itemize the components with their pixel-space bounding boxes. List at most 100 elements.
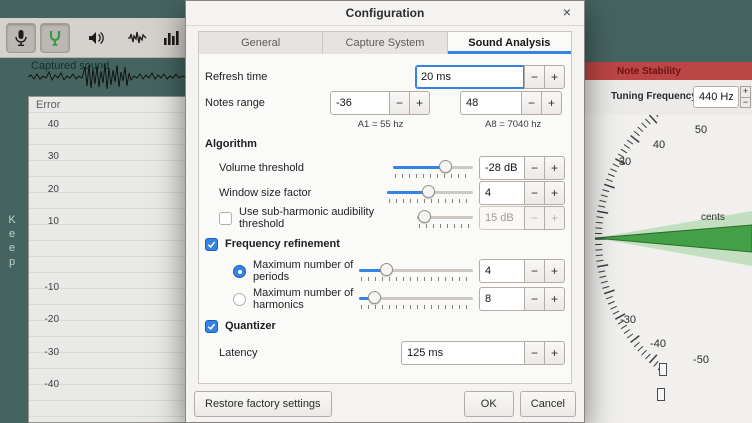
error-plot-title: Error — [36, 99, 60, 111]
gauge-scale-label: 40 — [647, 139, 671, 151]
waveform-icon — [127, 28, 147, 48]
frequency-refinement-checkbox[interactable] — [205, 238, 218, 251]
subharmonic-slider[interactable] — [417, 209, 473, 227]
microphone-button[interactable] — [6, 23, 36, 53]
frequency-refinement-label: Frequency refinement — [225, 238, 340, 250]
tuning-frequency-down-button[interactable]: − — [740, 97, 751, 109]
max-periods-input[interactable] — [479, 259, 525, 283]
volume-threshold-plus-button[interactable]: + — [544, 156, 565, 180]
notes-range-min-plus-button[interactable]: + — [409, 91, 430, 115]
subharmonic-row: Use sub-harmonic audibility threshold − … — [205, 205, 565, 231]
window-size-factor-input[interactable] — [479, 181, 525, 205]
speaker-icon — [86, 28, 106, 48]
slider-thumb[interactable] — [439, 160, 452, 173]
max-harmonics-input[interactable] — [479, 287, 525, 311]
latency-input[interactable] — [401, 341, 525, 365]
close-icon[interactable]: × — [559, 4, 575, 20]
slider-thumb[interactable] — [422, 185, 435, 198]
latency-plus-button[interactable]: + — [544, 341, 565, 365]
quantizer-checkbox[interactable] — [205, 320, 218, 333]
algorithm-header: Algorithm — [205, 138, 257, 150]
error-axis-label: 20 — [33, 184, 59, 195]
slider-thumb[interactable] — [368, 291, 381, 304]
subharmonic-spinbox: − + — [479, 206, 565, 230]
frequency-refinement-row: Frequency refinement — [205, 231, 565, 257]
notes-range-hints-row: A1 = 55 hz A8 = 7040 hz — [205, 115, 565, 133]
spectrum-view-button[interactable] — [156, 23, 186, 53]
tuning-fork-button[interactable] — [40, 23, 70, 53]
window-size-factor-slider[interactable] — [387, 184, 473, 202]
volume-threshold-row: Volume threshold − + — [205, 155, 565, 180]
refresh-time-plus-button[interactable]: + — [544, 65, 565, 89]
subharmonic-minus-button[interactable]: − — [524, 206, 545, 230]
latency-label: Latency — [219, 347, 401, 359]
ok-button[interactable]: OK — [464, 391, 514, 417]
captured-sound-label: Captured sound — [31, 60, 109, 72]
refresh-time-label: Refresh time — [205, 71, 415, 83]
quantizer-label: Quantizer — [225, 320, 276, 332]
subharmonic-plus-button[interactable]: + — [544, 206, 565, 230]
speaker-button[interactable] — [81, 23, 111, 53]
max-harmonics-label: Maximum number of harmonics — [253, 287, 359, 311]
max-harmonics-slider[interactable] — [359, 290, 473, 308]
sound-analysis-page: Refresh time − + Notes range − + — [198, 54, 572, 384]
max-harmonics-minus-button[interactable]: − — [524, 287, 545, 311]
tuning-frequency-stepper: + − — [740, 86, 751, 108]
max-periods-spinbox: − + — [479, 259, 565, 283]
tab-sound-analysis[interactable]: Sound Analysis — [448, 32, 571, 54]
max-periods-plus-button[interactable]: + — [544, 259, 565, 283]
max-harmonics-plus-button[interactable]: + — [544, 287, 565, 311]
dialog-tabs: General Capture System Sound Analysis — [198, 31, 572, 55]
error-axis-label: -10 — [33, 282, 59, 293]
notes-range-max-input[interactable] — [460, 91, 522, 115]
tab-general[interactable]: General — [199, 32, 323, 54]
notes-range-max-plus-button[interactable]: + — [541, 91, 562, 115]
window-size-factor-minus-button[interactable]: − — [524, 181, 545, 205]
volume-threshold-minus-button[interactable]: − — [524, 156, 545, 180]
slider-ticks — [361, 305, 471, 309]
gauge-marker — [657, 388, 665, 401]
notes-range-label: Notes range — [205, 97, 330, 109]
notes-range-min-input[interactable] — [330, 91, 390, 115]
volume-threshold-spinbox: − + — [479, 156, 565, 180]
subharmonic-input[interactable] — [479, 206, 525, 230]
max-harmonics-radio[interactable] — [233, 293, 246, 306]
waveform-view-button[interactable] — [122, 23, 152, 53]
max-harmonics-spinbox: − + — [479, 287, 565, 311]
latency-spinbox: − + — [401, 341, 565, 365]
note-stability-label: Note Stability — [617, 66, 681, 77]
refresh-time-minus-button[interactable]: − — [524, 65, 545, 89]
max-periods-radio[interactable] — [233, 265, 246, 278]
restore-factory-settings-button[interactable]: Restore factory settings — [194, 391, 332, 417]
gauge-scale-label: 30 — [613, 156, 637, 168]
slider-thumb[interactable] — [380, 263, 393, 276]
tuning-frequency-input[interactable] — [693, 86, 739, 108]
max-periods-minus-button[interactable]: − — [524, 259, 545, 283]
volume-threshold-slider[interactable] — [393, 159, 473, 177]
slider-ticks — [395, 174, 471, 178]
notes-range-max-minus-button[interactable]: − — [521, 91, 542, 115]
slider-thumb[interactable] — [418, 210, 431, 223]
dialog-title: Configuration — [346, 6, 425, 20]
refresh-time-input[interactable] — [415, 65, 525, 89]
configuration-dialog: Configuration × General Capture System S… — [185, 0, 585, 423]
tuning-fork-icon — [45, 28, 65, 48]
cancel-button[interactable]: Cancel — [520, 391, 576, 417]
refresh-time-row: Refresh time − + — [205, 63, 565, 91]
latency-row: Latency − + — [205, 339, 565, 367]
subharmonic-checkbox[interactable] — [219, 212, 232, 225]
latency-minus-button[interactable]: − — [524, 341, 545, 365]
window-size-factor-plus-button[interactable]: + — [544, 181, 565, 205]
max-periods-slider[interactable] — [359, 262, 473, 280]
tab-capture-system[interactable]: Capture System — [323, 32, 447, 54]
notes-range-min-minus-button[interactable]: − — [389, 91, 410, 115]
notes-range-max-hint: A8 = 7040 hz — [461, 119, 565, 130]
quantizer-row: Quantizer — [205, 313, 565, 339]
window-size-factor-row: Window size factor − + — [205, 180, 565, 205]
volume-threshold-input[interactable] — [479, 156, 525, 180]
dialog-actions: Restore factory settings OK Cancel — [194, 391, 576, 416]
max-harmonics-row: Maximum number of harmonics − + — [205, 285, 565, 313]
note-stability-bar: Note Stability — [585, 62, 752, 80]
check-icon — [207, 240, 216, 249]
gauge-scale-label: -50 — [689, 354, 713, 366]
